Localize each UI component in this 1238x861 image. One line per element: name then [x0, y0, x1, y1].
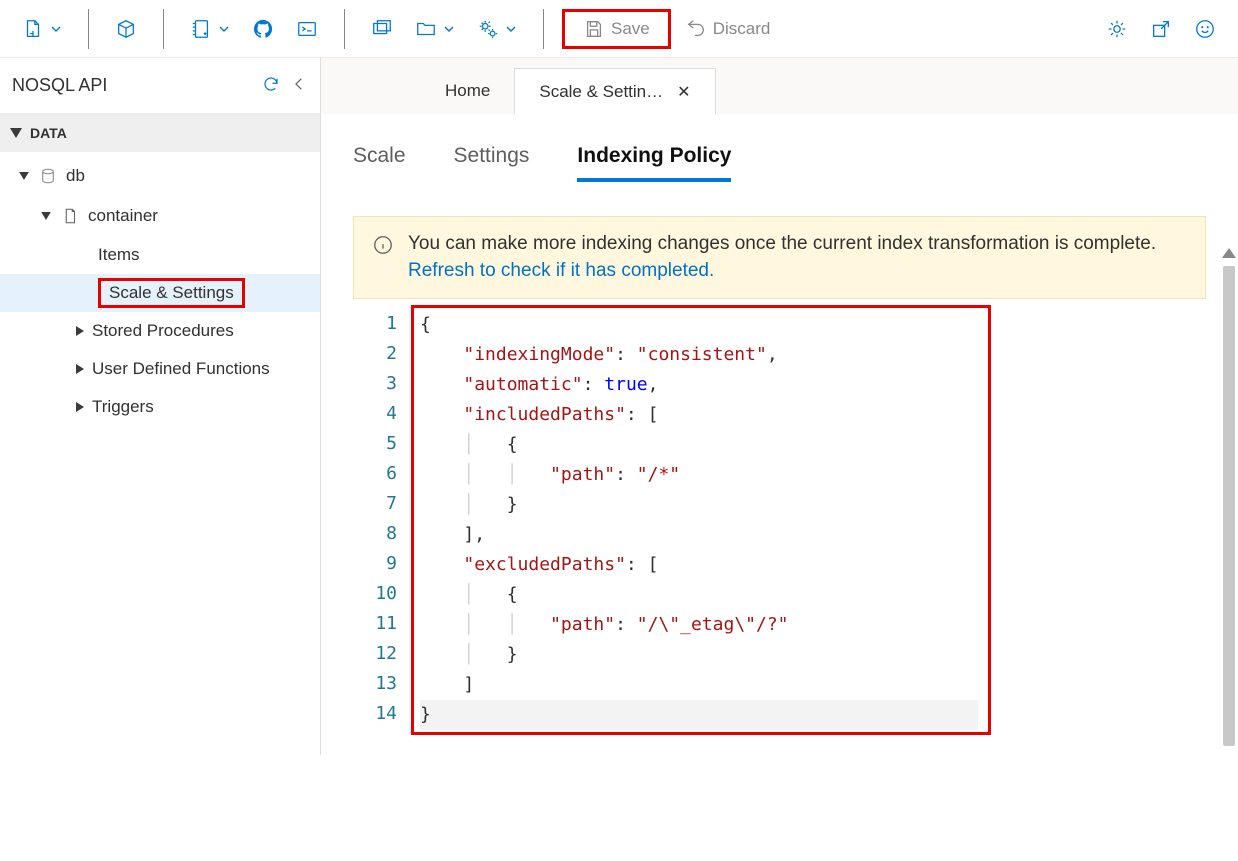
leaf-label: Items	[98, 245, 140, 265]
info-banner: You can make more indexing changes once …	[353, 216, 1206, 299]
settings-button[interactable]	[1098, 9, 1136, 49]
windows-icon	[371, 18, 393, 40]
caret-down-icon	[41, 212, 51, 220]
tree-leaf-stored-procedures[interactable]: Stored Procedures	[0, 312, 320, 350]
tree-leaf-triggers[interactable]: Triggers	[0, 388, 320, 426]
container-name: container	[88, 206, 158, 226]
line-number-gutter: 1234567891011121314	[353, 305, 411, 735]
external-link-icon	[1150, 18, 1172, 40]
discard-label: Discard	[713, 19, 771, 39]
subtabs: Scale Settings Indexing Policy	[353, 144, 1206, 182]
settings-dropdown-button[interactable]	[469, 9, 525, 49]
tree-leaf-udfs[interactable]: User Defined Functions	[0, 350, 320, 388]
main-area: Home Scale & Settin… ✕ Scale Settings In…	[321, 58, 1238, 755]
document-icon	[61, 207, 79, 225]
undo-icon	[685, 18, 707, 40]
subtab-indexing-policy[interactable]: Indexing Policy	[577, 144, 731, 182]
tree-leaf-items[interactable]: Items	[0, 236, 320, 274]
toolbar-separator	[543, 9, 544, 49]
subtab-settings[interactable]: Settings	[454, 144, 530, 182]
scrollbar-up-button[interactable]	[1222, 248, 1236, 258]
cube-icon	[115, 18, 137, 40]
leaf-label: Stored Procedures	[92, 321, 234, 341]
save-button[interactable]: Save	[562, 9, 671, 49]
new-document-icon	[22, 18, 44, 40]
chevron-down-icon	[505, 23, 517, 35]
gears-icon	[477, 18, 499, 40]
scrollbar-thumb[interactable]	[1223, 266, 1235, 746]
leaf-label: Triggers	[92, 397, 154, 417]
sidebar-header: NOSQL API	[0, 58, 320, 114]
save-label: Save	[611, 19, 650, 39]
tab-home[interactable]: Home	[421, 68, 514, 114]
leaf-label: Scale & Settings	[109, 283, 234, 302]
toolbar-separator	[344, 9, 345, 49]
caret-down-icon	[19, 172, 29, 180]
gear-icon	[1106, 18, 1128, 40]
refresh-icon	[262, 75, 280, 93]
discard-button[interactable]: Discard	[677, 9, 779, 49]
caret-down-icon	[10, 128, 22, 138]
toolbar-separator	[163, 9, 164, 49]
sidebar-title: NOSQL API	[12, 75, 107, 96]
chevron-down-icon	[50, 23, 62, 35]
notebook-icon	[190, 18, 212, 40]
db-name: db	[66, 166, 85, 186]
close-tab-button[interactable]: ✕	[677, 82, 690, 102]
content-pane: Scale Settings Indexing Policy You can m…	[321, 114, 1238, 755]
toolbar-separator	[88, 9, 89, 49]
tree-node-db[interactable]: db	[0, 156, 320, 196]
refresh-button[interactable]	[262, 75, 280, 96]
top-toolbar: Save Discard	[0, 0, 1238, 58]
folder-icon	[415, 18, 437, 40]
code-text-area[interactable]: { "indexingMode": "consistent", "automat…	[411, 305, 991, 735]
sidebar: NOSQL API DATA db container Items	[0, 58, 321, 755]
new-button[interactable]	[14, 9, 70, 49]
notebook-button[interactable]	[182, 9, 238, 49]
tab-label: Home	[445, 81, 490, 101]
document-tabs: Home Scale & Settin… ✕	[321, 58, 1238, 114]
caret-right-icon	[76, 402, 84, 412]
save-icon	[583, 18, 605, 40]
chevron-left-icon	[290, 75, 308, 93]
chevron-down-icon	[443, 23, 455, 35]
feedback-button[interactable]	[1186, 9, 1224, 49]
leaf-label: User Defined Functions	[92, 359, 270, 379]
tree-node-container[interactable]: container	[0, 196, 320, 236]
tab-scale-settings[interactable]: Scale & Settin… ✕	[514, 68, 715, 114]
smile-icon	[1194, 18, 1216, 40]
github-button[interactable]	[244, 9, 282, 49]
collapse-sidebar-button[interactable]	[290, 75, 308, 96]
folder-button[interactable]	[407, 9, 463, 49]
chevron-down-icon	[218, 23, 230, 35]
cube-button[interactable]	[107, 9, 145, 49]
terminal-button[interactable]	[288, 9, 326, 49]
tree-section-label: DATA	[30, 125, 67, 141]
info-icon	[372, 234, 394, 256]
subtab-scale[interactable]: Scale	[353, 144, 406, 182]
open-external-button[interactable]	[1142, 9, 1180, 49]
windows-button[interactable]	[363, 9, 401, 49]
caret-right-icon	[76, 326, 84, 336]
code-editor[interactable]: 1234567891011121314 { "indexingMode": "c…	[353, 305, 1206, 735]
tree-leaf-scale-settings[interactable]: Scale & Settings	[0, 274, 320, 312]
terminal-icon	[296, 18, 318, 40]
tree-section-data[interactable]: DATA	[0, 114, 320, 152]
tab-label: Scale & Settin…	[539, 82, 663, 102]
banner-text: You can make more indexing changes once …	[408, 233, 1156, 254]
github-icon	[252, 18, 274, 40]
database-icon	[39, 167, 57, 185]
tree: db container Items Scale & Settings Stor…	[0, 152, 320, 436]
banner-refresh-link[interactable]: Refresh to check if it has completed.	[408, 260, 714, 281]
caret-right-icon	[76, 364, 84, 374]
